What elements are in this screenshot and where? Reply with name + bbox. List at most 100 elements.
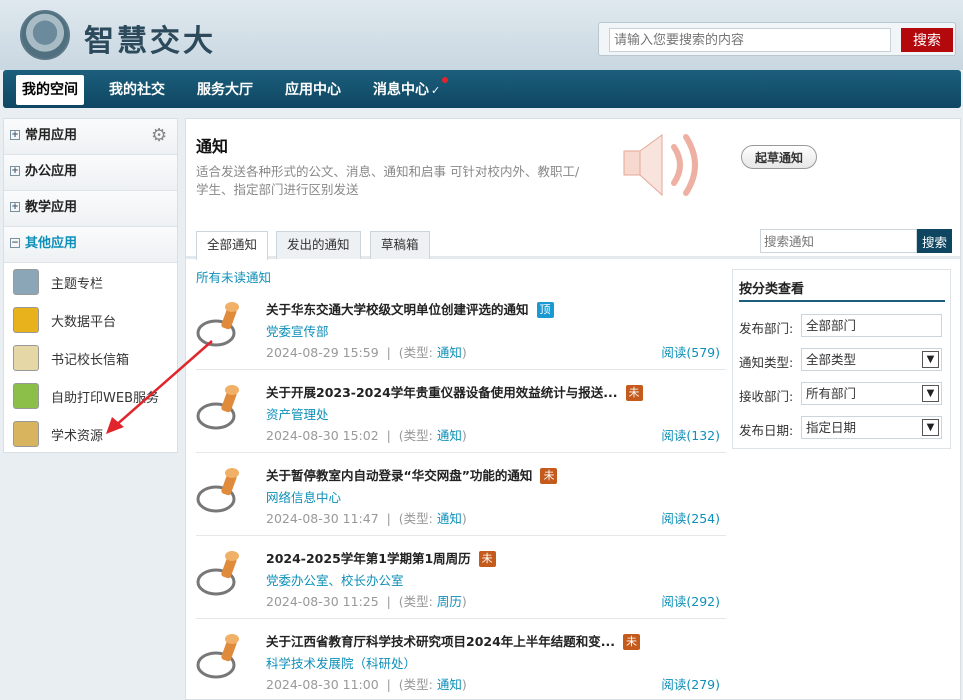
gear-icon[interactable]: ⚙ <box>151 127 169 145</box>
sidebar-group-label: 常用应用 <box>25 128 78 143</box>
type-suffix: ) <box>461 345 467 360</box>
notice-title-text: 关于华东交通大学校级文明单位创建评选的通知 <box>266 302 529 317</box>
type-prefix: (类型: <box>398 511 433 526</box>
sidebar-app-mailbox[interactable]: 书记校长信箱 <box>4 339 177 377</box>
site-logo-text[interactable]: 智慧交大 <box>84 16 216 60</box>
nav-my-space[interactable]: 我的空间 <box>16 75 84 105</box>
notice-title-text: 关于江西省教育厅科学技术研究项目2024年上半年结题和变... <box>266 634 616 649</box>
notice-date: 2024-08-30 15:02 <box>266 428 379 443</box>
sidebar: + 常用应用 ⚙ + 办公应用 + 教学应用 − 其他应用 主题专栏 大数据平台 书记校… <box>3 118 178 453</box>
list-item[interactable]: 关于暂停教室内自动登录“华交网盘”功能的通知未 网络信息中心 2024-08-3… <box>196 453 726 536</box>
notice-title[interactable]: 关于江西省教育厅科学技术研究项目2024年上半年结题和变... 未 <box>266 631 641 651</box>
stamp-icon <box>196 634 239 679</box>
notice-type-link[interactable]: 通知 <box>437 428 462 443</box>
app-label: 学术资源 <box>51 429 104 444</box>
mailbox-icon <box>13 345 39 371</box>
notice-meta: 2024-08-30 11:25 | (类型: 周历) <box>266 594 467 609</box>
filter-title: 按分类查看 <box>739 278 945 302</box>
global-search-input[interactable] <box>609 28 891 52</box>
notice-read-count[interactable]: 阅读(579) <box>661 342 720 361</box>
notice-title-text: 关于暂停教室内自动登录“华交网盘”功能的通知 <box>266 468 533 483</box>
notice-read-count[interactable]: 阅读(279) <box>661 674 720 693</box>
filter-publish-dept: 发布部门: 全部部门 <box>739 314 945 338</box>
app-label: 主题专栏 <box>51 277 104 292</box>
app-label: 自助打印WEB服务 <box>51 391 159 406</box>
notice-panel: 通知 适合发送各种形式的公文、消息、通知和启事 可针对校内外、教职工/学生、指定… <box>185 118 961 700</box>
nav-message-center[interactable]: 消息中心 ✓ <box>367 75 449 105</box>
nav-my-social[interactable]: 我的社交 <box>103 75 171 105</box>
notice-read-count[interactable]: 阅读(132) <box>661 425 720 444</box>
notice-department[interactable]: 科学技术发展院（科研处） <box>266 653 416 672</box>
notice-department[interactable]: 网络信息中心 <box>266 487 341 506</box>
publish-dept-field[interactable]: 全部部门 <box>801 314 942 337</box>
notice-search-button[interactable]: 搜索 <box>917 229 952 253</box>
stamp-icon <box>196 385 239 430</box>
category-filter: 按分类查看 发布部门: 全部部门 通知类型: 全部类型 ▼ 接收部门: 所有部门 ▼… <box>732 269 951 449</box>
nav-app-center[interactable]: 应用中心 <box>279 75 347 105</box>
tab-drafts[interactable]: 草稿箱 <box>370 231 430 259</box>
chevron-down-icon[interactable]: ▼ <box>922 351 939 368</box>
global-search: 搜索 <box>598 22 956 56</box>
chevron-down-icon[interactable]: ▼ <box>922 385 939 402</box>
nav-label: 消息中心 <box>373 82 429 98</box>
tab-sent-notices[interactable]: 发出的通知 <box>276 231 361 259</box>
type-prefix: (类型: <box>398 677 433 692</box>
notice-title[interactable]: 关于暂停教室内自动登录“华交网盘”功能的通知未 <box>266 465 558 485</box>
all-unread-link[interactable]: 所有未读通知 <box>196 267 271 286</box>
notice-type-link[interactable]: 周历 <box>437 594 462 609</box>
status-badge: 未 <box>625 385 643 401</box>
sidebar-app-big-data[interactable]: 大数据平台 <box>4 301 177 339</box>
publish-date-select[interactable]: 指定日期 ▼ <box>801 416 942 439</box>
list-item[interactable]: 2024-2025学年第1学期第1周周历未 党委办公室、校长办公室 2024-0… <box>196 536 726 619</box>
sidebar-group-common[interactable]: + 常用应用 ⚙ <box>4 119 177 155</box>
filter-receive-dept: 接收部门: 所有部门 ▼ <box>739 382 945 406</box>
type-suffix: ) <box>461 677 467 692</box>
sidebar-group-label: 办公应用 <box>25 164 78 179</box>
filter-label: 通知类型: <box>739 355 794 370</box>
theme-column-icon <box>13 269 39 295</box>
notice-read-count[interactable]: 阅读(254) <box>661 508 720 527</box>
notice-read-count[interactable]: 阅读(292) <box>661 591 720 610</box>
notice-title[interactable]: 关于开展2023-2024学年贵重仪器设备使用效益统计与报送... 未 <box>266 382 643 402</box>
notice-title[interactable]: 关于华东交通大学校级文明单位创建评选的通知顶 <box>266 299 554 319</box>
notice-search: 搜索 <box>760 229 952 253</box>
nav-service-hall[interactable]: 服务大厅 <box>191 75 259 105</box>
expand-plus-icon: + <box>10 201 20 212</box>
speaker-icon <box>623 134 698 197</box>
notice-type-link[interactable]: 通知 <box>437 511 462 526</box>
expand-plus-icon: + <box>10 165 20 176</box>
sidebar-group-other[interactable]: − 其他应用 <box>4 227 177 263</box>
notice-title-text: 2024-2025学年第1学期第1周周历 <box>266 551 471 566</box>
sidebar-app-academic[interactable]: 学术资源 <box>4 415 177 453</box>
chevron-down-icon[interactable]: ▼ <box>922 419 939 436</box>
list-item[interactable]: 关于华东交通大学校级文明单位创建评选的通知顶 党委宣传部 2024-08-29 … <box>196 287 726 370</box>
notice-meta: 2024-08-30 15:02 | (类型: 通知) <box>266 428 467 443</box>
notice-type-select[interactable]: 全部类型 ▼ <box>801 348 942 371</box>
notice-title[interactable]: 2024-2025学年第1学期第1周周历未 <box>266 548 496 568</box>
sidebar-app-print[interactable]: 自助打印WEB服务 <box>4 377 177 415</box>
receive-dept-select[interactable]: 所有部门 ▼ <box>801 382 942 405</box>
draft-notice-button[interactable]: 起草通知 <box>741 145 817 169</box>
type-suffix: ) <box>461 511 467 526</box>
notice-department[interactable]: 党委宣传部 <box>266 321 329 340</box>
tab-all-notices[interactable]: 全部通知 <box>196 231 269 260</box>
sidebar-app-theme-column[interactable]: 主题专栏 <box>4 263 177 301</box>
filter-label: 发布日期: <box>739 423 794 438</box>
notepad-icon <box>13 421 39 447</box>
app-label: 书记校长信箱 <box>51 353 130 368</box>
notice-search-input[interactable] <box>760 229 917 253</box>
list-item[interactable]: 关于江西省教育厅科学技术研究项目2024年上半年结题和变... 未 科学技术发展院… <box>196 619 726 700</box>
list-item[interactable]: 关于开展2023-2024学年贵重仪器设备使用效益统计与报送... 未 资产管理处… <box>196 370 726 453</box>
notice-department[interactable]: 资产管理处 <box>266 404 329 423</box>
global-search-button[interactable]: 搜索 <box>901 28 953 52</box>
notification-dot-icon <box>442 77 449 83</box>
select-value: 所有部门 <box>806 386 857 401</box>
university-logo-icon[interactable] <box>20 10 70 60</box>
notice-type-link[interactable]: 通知 <box>437 345 462 360</box>
notice-type-link[interactable]: 通知 <box>437 677 462 692</box>
sidebar-group-teaching[interactable]: + 教学应用 <box>4 191 177 227</box>
notice-department[interactable]: 党委办公室、校长办公室 <box>266 570 404 589</box>
notice-list: 关于华东交通大学校级文明单位创建评选的通知顶 党委宣传部 2024-08-29 … <box>196 287 726 700</box>
expand-plus-icon: + <box>10 129 20 140</box>
sidebar-group-office[interactable]: + 办公应用 <box>4 155 177 191</box>
